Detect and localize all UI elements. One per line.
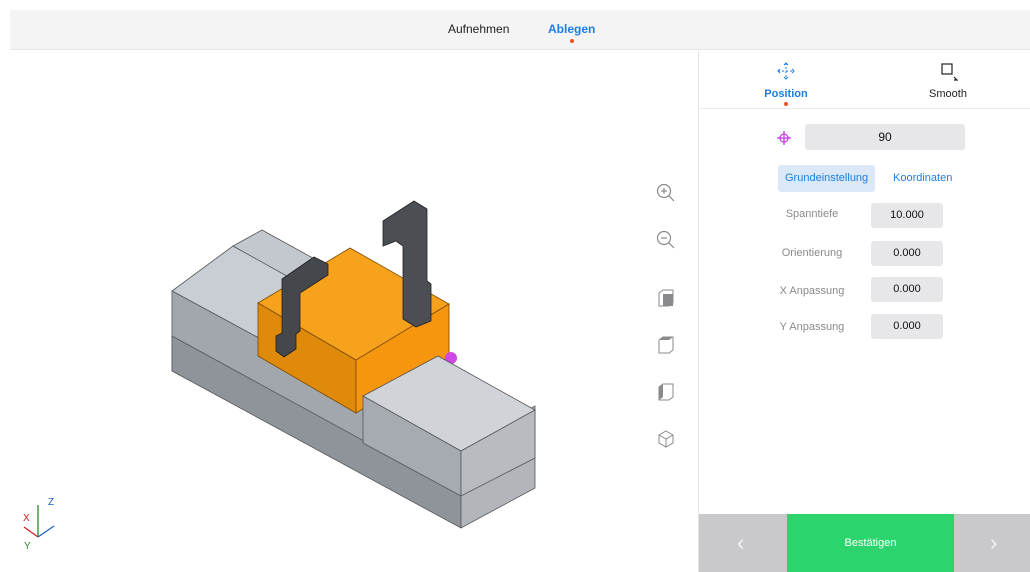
tab-ablegen-label: Ablegen	[548, 22, 596, 36]
x-anpassung-field[interactable]: 0.000	[871, 277, 943, 302]
previous-button[interactable]: ‹	[699, 514, 787, 572]
axis-x-label: X	[23, 513, 30, 524]
y-anpassung-label: Y Anpassung	[779, 321, 845, 333]
spanntiefe-field[interactable]: 10.000	[871, 203, 943, 228]
tab-aufnehmen-label: Aufnehmen	[448, 22, 510, 36]
tab-ablegen[interactable]: Ablegen	[548, 22, 596, 43]
orientierung-label: Orientierung	[781, 247, 843, 259]
3d-scene[interactable]	[0, 51, 698, 572]
active-panel-tab-indicator	[784, 102, 788, 106]
view-side-cube-icon[interactable]	[654, 380, 678, 404]
top-tab-bar: Aufnehmen Ablegen	[10, 10, 1030, 50]
tab-smooth[interactable]: Smooth	[865, 51, 1030, 108]
y-anpassung-field[interactable]: 0.000	[871, 314, 943, 339]
zoom-in-icon[interactable]	[654, 181, 678, 205]
segment-koordinaten[interactable]: Koordinaten	[886, 165, 959, 192]
view-front-cube-icon[interactable]	[654, 286, 678, 310]
chevron-left-icon: ‹	[737, 530, 745, 555]
panel-tab-divider	[699, 108, 1030, 109]
3d-viewport[interactable]: Z X Y	[0, 51, 698, 572]
tab-position-label: Position	[764, 88, 808, 100]
segment-grundeinstellung[interactable]: Grundeinstellung	[778, 165, 876, 192]
settings-panel: Position Smooth 90 Grundeinstellung Koor…	[698, 51, 1030, 572]
tab-smooth-label: Smooth	[929, 88, 967, 100]
tab-aufnehmen[interactable]: Aufnehmen	[448, 22, 509, 36]
tab-position[interactable]: Position	[703, 51, 869, 108]
crosshair-target-icon	[777, 131, 791, 145]
position-value-field[interactable]: 90	[805, 124, 965, 150]
spanntiefe-label: Spanntiefe	[785, 208, 839, 220]
zoom-out-icon[interactable]	[654, 228, 678, 252]
axis-triad: Z X Y	[18, 493, 68, 553]
confirm-button[interactable]: Bestätigen	[787, 514, 954, 572]
view-iso-cube-icon[interactable]	[654, 427, 678, 451]
smooth-corner-icon	[941, 63, 958, 81]
chevron-right-icon: ›	[990, 530, 998, 555]
move-arrows-icon	[777, 62, 795, 80]
next-button[interactable]: ›	[954, 514, 1030, 572]
active-tab-indicator	[569, 39, 574, 43]
axis-z-label: Z	[48, 497, 55, 508]
axis-y-label: Y	[24, 541, 31, 552]
orientierung-field[interactable]: 0.000	[871, 241, 943, 266]
view-top-cube-icon[interactable]	[654, 333, 678, 357]
x-anpassung-label: X Anpassung	[779, 285, 845, 297]
